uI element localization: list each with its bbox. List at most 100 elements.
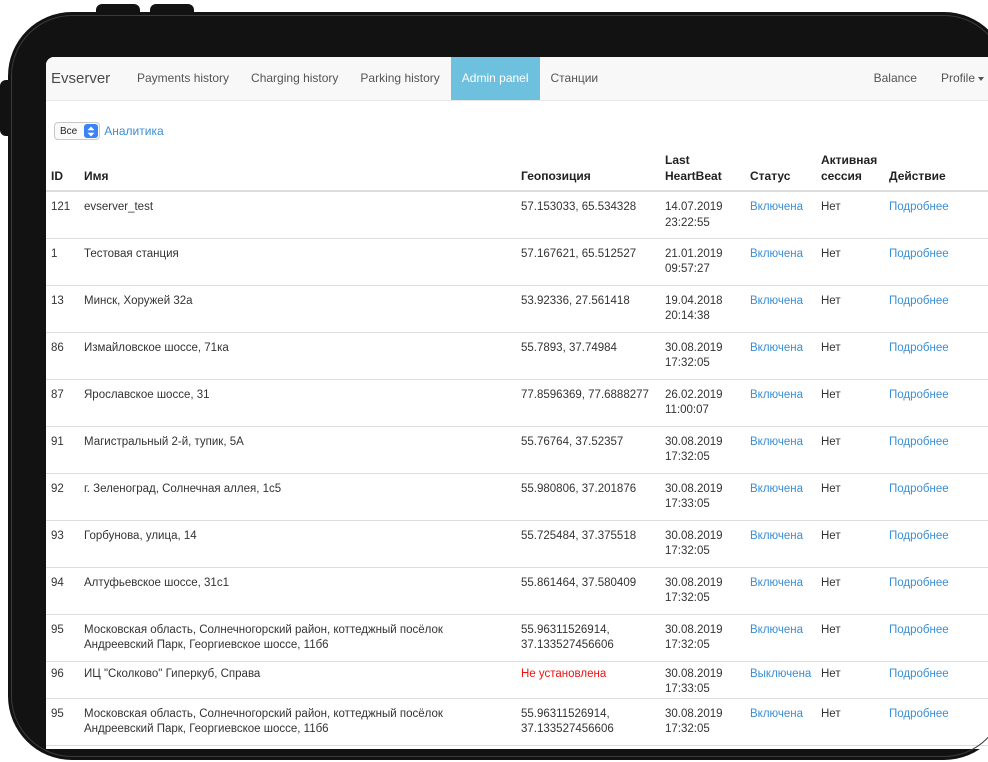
- table-row: 86 Измайловское шоссе, 71ка 55.7893, 37.74…: [46, 331, 988, 379]
- cell-status: Включена: [745, 331, 816, 379]
- cell-geo: 55.76764, 37.52357: [516, 425, 660, 473]
- cell-heartbeat-time: 17:32:05: [665, 545, 710, 557]
- header-id[interactable]: ID: [46, 143, 79, 192]
- details-link[interactable]: Подробнее: [889, 668, 949, 680]
- status-link[interactable]: Включена: [750, 389, 803, 401]
- cell-session: Нет: [816, 472, 884, 520]
- cell-id: 94: [46, 566, 79, 614]
- cell-name: Тестовая станция: [79, 237, 516, 285]
- cell-name: Горбунова, улица, 14: [79, 519, 516, 567]
- cell-name-line1: Измайловское шоссе, 71ка: [84, 341, 229, 354]
- cell-session: Нет: [816, 744, 884, 749]
- status-link[interactable]: Включена: [750, 577, 803, 589]
- cell-id: 92: [46, 472, 79, 520]
- header-heartbeat[interactable]: Last HeartBeat: [660, 143, 745, 192]
- header-action[interactable]: Действие: [884, 143, 988, 192]
- table-row: 95 Московская область, Солнечногорский ра…: [46, 613, 988, 661]
- cell-action: Подробнее: [884, 378, 988, 426]
- cell-action: Подробнее: [884, 697, 988, 745]
- table-row: 93 Горбунова, улица, 14 55.725484, 37.3755…: [46, 519, 988, 567]
- details-link[interactable]: Подробнее: [889, 436, 949, 448]
- details-link[interactable]: Подробнее: [889, 201, 949, 213]
- cell-session: Нет: [816, 425, 884, 473]
- details-link[interactable]: Подробнее: [889, 577, 949, 589]
- cell-status: Включена: [745, 191, 816, 238]
- cell-status: Включена: [745, 378, 816, 426]
- cell-name-line1: Тестовая станция: [84, 247, 179, 260]
- cell-name: Московская область, Солнечногорский райо…: [79, 613, 516, 661]
- cell-heartbeat: 30.08.2019 17:33:05: [660, 660, 745, 698]
- table-row: 92 г. Зеленоград, Солнечная аллея, 1с5 55.…: [46, 472, 988, 520]
- cell-geo-line1: 55.7893, 37.74984: [521, 341, 617, 354]
- nav-parking-history[interactable]: Parking history: [349, 57, 450, 100]
- header-status[interactable]: Статус: [745, 143, 816, 192]
- cell-name: Алтуфьевское шоссе, 31с1: [79, 566, 516, 614]
- status-link[interactable]: Включена: [750, 708, 803, 720]
- filter-row: Все Аналитика: [54, 122, 164, 140]
- cell-geo-line1: 57.167621, 65.512527: [521, 247, 637, 260]
- cell-heartbeat: 14.07.2019 23:22:55: [660, 191, 745, 238]
- brand[interactable]: Evserver: [51, 70, 110, 87]
- cell-heartbeat: 19.04.2018 20:14:38: [660, 284, 745, 332]
- cell-status: Включена: [745, 284, 816, 332]
- cell-session: Нет: [816, 237, 884, 285]
- cell-session: Нет: [816, 613, 884, 661]
- nav-admin-panel[interactable]: Admin panel: [450, 57, 540, 100]
- cell-geo-line1: 53.92336, 27.561418: [521, 294, 630, 307]
- details-link[interactable]: Подробнее: [889, 342, 949, 354]
- cell-name-line1: ИЦ "Сколково" Гиперкуб, Справа: [84, 667, 261, 680]
- status-filter-select[interactable]: Все: [54, 122, 101, 140]
- status-link[interactable]: Включена: [750, 436, 803, 448]
- header-session[interactable]: Активная сессия: [816, 143, 884, 192]
- nav-profile-dropdown[interactable]: Profile: [929, 57, 988, 100]
- details-link[interactable]: Подробнее: [889, 483, 949, 495]
- cell-session: Нет: [816, 331, 884, 379]
- status-link[interactable]: Включена: [750, 483, 803, 495]
- status-link[interactable]: Выключена: [750, 668, 811, 680]
- cell-name: ИЦ "Сколково" Гиперкуб, Справа: [79, 660, 516, 698]
- header-geo[interactable]: Геопозиция: [516, 143, 660, 192]
- cell-session: Нет: [816, 660, 884, 698]
- cell-name: Ярославское шоссе, 31: [79, 378, 516, 426]
- status-link[interactable]: Включена: [750, 295, 803, 307]
- details-link[interactable]: Подробнее: [889, 624, 949, 636]
- cell-heartbeat-date: 30.08.2019: [665, 576, 723, 589]
- nav-profile-label: Profile: [940, 71, 975, 85]
- cell-heartbeat-date: 30.08.2019: [665, 341, 723, 354]
- cell-session: Нет: [816, 519, 884, 567]
- details-link[interactable]: Подробнее: [889, 708, 949, 720]
- cell-session: Нет: [816, 566, 884, 614]
- table-row: 121 evserver_test 57.153033, 65.534328 14.0…: [46, 191, 988, 238]
- cell-id: 96: [46, 660, 79, 698]
- cell-geo-line2: 37.133527456606: [521, 723, 614, 735]
- cell-heartbeat-date: 19.04.2018: [665, 294, 723, 307]
- table-row: 95 Московская область, Солнечногорский ра…: [46, 697, 988, 745]
- cell-geo: 57.167621, 65.512527: [516, 237, 660, 285]
- cell-heartbeat-time: 17:32:05: [665, 451, 710, 463]
- status-link[interactable]: Включена: [750, 342, 803, 354]
- cell-name: Минск, Хоружей 32а: [79, 284, 516, 332]
- cell-action: Подробнее: [884, 237, 988, 285]
- details-link[interactable]: Подробнее: [889, 530, 949, 542]
- stations-table: ID Имя Геопозиция Last HeartBeat Статус А…: [46, 143, 988, 749]
- status-link[interactable]: Включена: [750, 201, 803, 213]
- cell-geo: 55.96311526914, 37.133527456606: [516, 613, 660, 661]
- analytics-link[interactable]: Аналитика: [104, 124, 163, 138]
- status-link[interactable]: Включена: [750, 624, 803, 636]
- cell-heartbeat-time: 11:00:07: [665, 404, 709, 416]
- nav-charging-history[interactable]: Charging history: [240, 57, 349, 100]
- details-link[interactable]: Подробнее: [889, 295, 949, 307]
- status-link[interactable]: Включена: [750, 248, 803, 260]
- cell-status: Выключена: [745, 660, 816, 698]
- nav-payments-history[interactable]: Payments history: [126, 57, 240, 100]
- cell-id: 95: [46, 697, 79, 745]
- status-link[interactable]: Включена: [750, 530, 803, 542]
- cell-heartbeat-time: 23:22:55: [665, 216, 710, 229]
- cell-heartbeat: 21.01.2019 09:57:27: [660, 237, 745, 285]
- details-link[interactable]: Подробнее: [889, 248, 949, 260]
- cell-id: 91: [46, 425, 79, 473]
- nav-stations[interactable]: Станции: [540, 57, 610, 100]
- nav-balance[interactable]: Balance: [862, 57, 929, 100]
- details-link[interactable]: Подробнее: [889, 389, 949, 401]
- header-name[interactable]: Имя: [79, 143, 516, 192]
